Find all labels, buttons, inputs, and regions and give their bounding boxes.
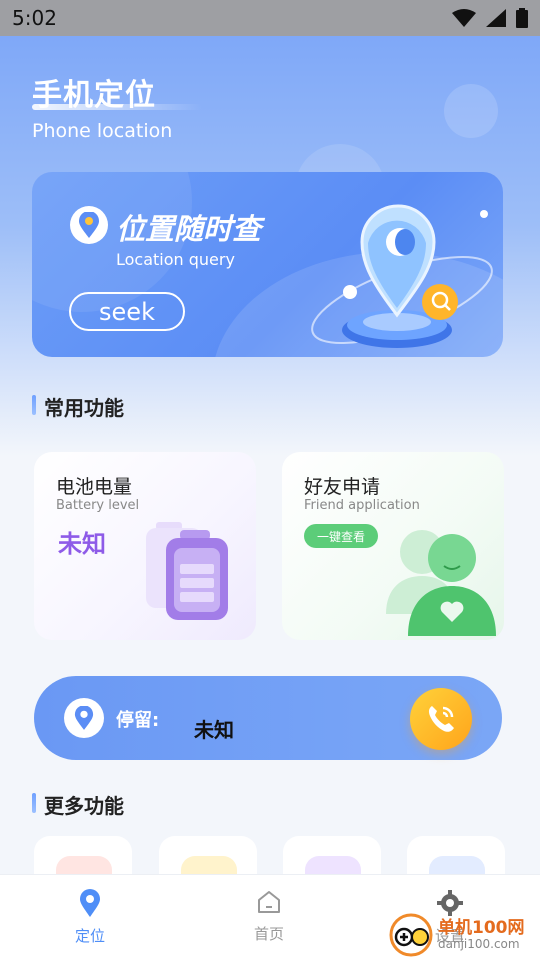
battery-icon <box>516 8 528 28</box>
title-underline <box>32 104 202 110</box>
location-pin-icon <box>64 698 104 738</box>
friend-card-subtitle: Friend application <box>304 498 420 513</box>
friend-card-title: 好友申请 <box>304 476 381 498</box>
battery-card-title: 电池电量 <box>56 476 133 498</box>
query-card-subtitle: Location query <box>116 250 235 269</box>
home-icon <box>258 891 280 913</box>
page-subtitle: Phone location <box>32 120 173 142</box>
map-pin-illustration <box>311 204 493 348</box>
view-all-button[interactable]: 一键查看 <box>304 524 378 548</box>
nav-label-home: 首页 <box>253 925 284 943</box>
watermark: 单机100网 danji100.com <box>388 912 538 958</box>
stay-value: 未知 <box>194 718 234 742</box>
common-functions-title: 常用功能 <box>32 392 124 421</box>
nav-item-location[interactable]: 定位 <box>50 889 130 946</box>
battery-card-subtitle: Battery level <box>56 498 140 513</box>
battery-icon <box>146 522 228 620</box>
nav-item-home[interactable]: 首页 <box>229 889 309 944</box>
location-pin-icon <box>80 889 100 917</box>
stay-duration-bar[interactable]: 停留: 未知 <box>34 676 502 760</box>
status-time: 5:02 <box>12 6 57 30</box>
status-icons <box>452 8 528 28</box>
watermark-logo <box>388 912 434 958</box>
watermark-url: danji100.com <box>438 936 520 951</box>
status-bar: 5:02 <box>0 0 540 36</box>
location-query-card[interactable]: 位置随时查 Location query seek <box>32 172 503 357</box>
signal-icon <box>486 9 506 27</box>
battery-level-card[interactable]: 电池电量 Battery level 未知 <box>34 452 256 640</box>
battery-value: 未知 <box>58 530 106 558</box>
nav-label-location: 定位 <box>74 927 105 945</box>
stay-label: 停留: <box>116 710 160 731</box>
watermark-name: 单机100网 <box>438 918 525 939</box>
location-pin-icon <box>70 206 108 244</box>
friend-icon <box>386 530 496 636</box>
wifi-icon <box>452 9 476 27</box>
phone-icon <box>428 706 454 732</box>
query-card-title: 位置随时查 <box>116 212 262 246</box>
more-functions-title: 更多功能 <box>32 790 124 819</box>
seek-button[interactable]: seek <box>69 292 185 331</box>
call-button[interactable] <box>410 688 472 750</box>
friend-application-card[interactable]: 好友申请 Friend application 一键查看 <box>282 452 504 640</box>
